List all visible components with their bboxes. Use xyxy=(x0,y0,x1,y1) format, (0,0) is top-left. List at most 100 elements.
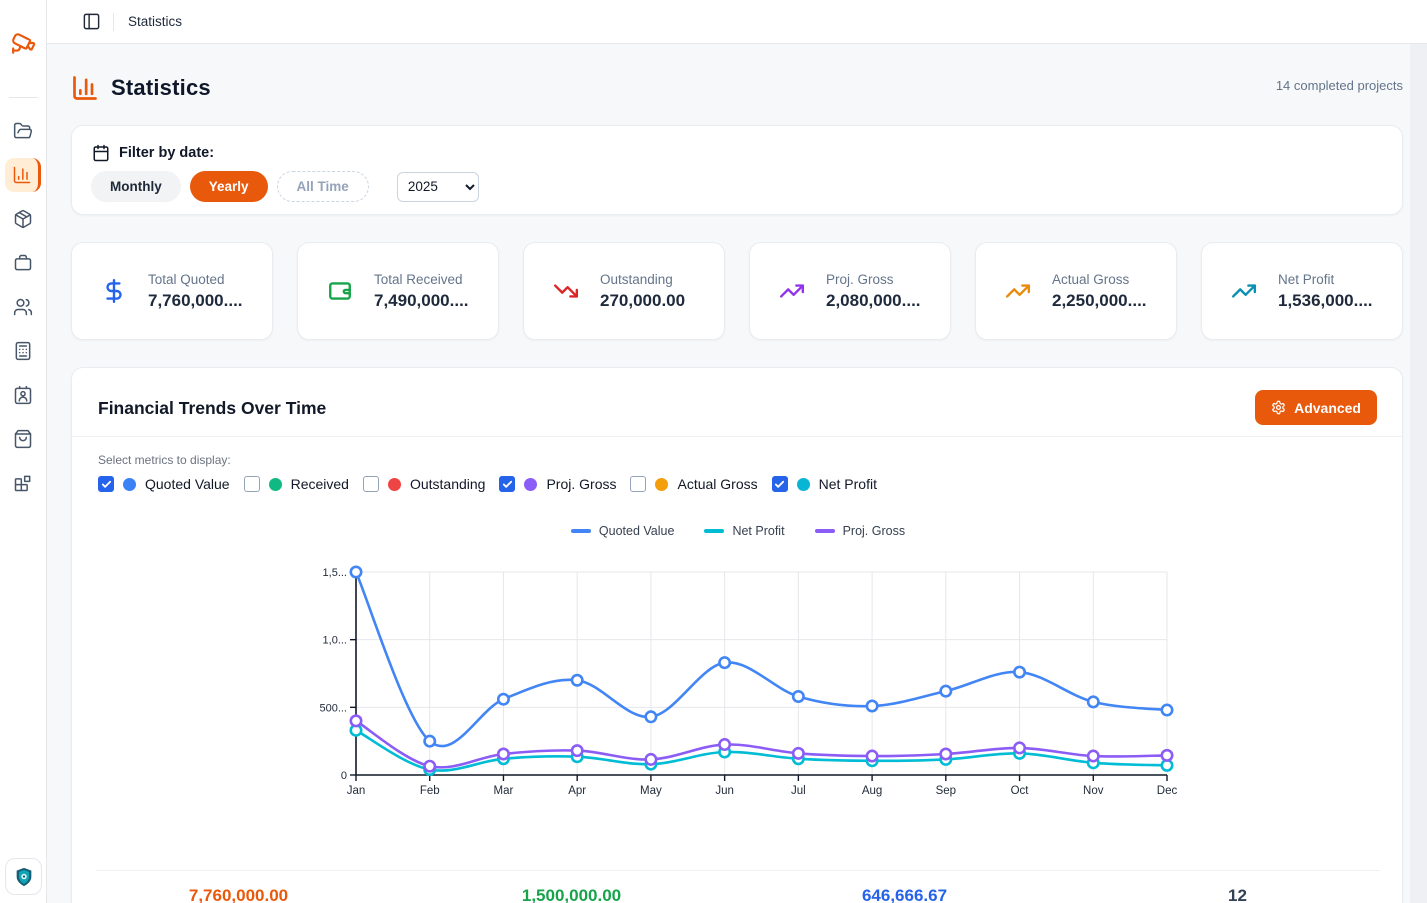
legend-item-proj-gross[interactable]: Proj. Gross xyxy=(815,524,906,538)
sidebar xyxy=(0,0,47,903)
stat-cards-row: Total Quoted7,760,000....Total Received7… xyxy=(71,242,1403,340)
trends-chart-svg: 0500...1,0...1,5...JanFebMarAprMayJunJul… xyxy=(72,560,1404,812)
metric-toggle-proj-gross[interactable]: Proj. Gross xyxy=(499,476,616,492)
filter-option-yearly[interactable]: Yearly xyxy=(190,171,268,202)
shield-logo-icon xyxy=(13,866,35,888)
metric-label: Outstanding xyxy=(410,476,486,492)
metric-color-dot xyxy=(655,478,668,491)
wallet-icon xyxy=(327,278,355,304)
stat-card-label: Proj. Gross xyxy=(826,272,921,287)
metric-toggle-quoted-value[interactable]: Quoted Value xyxy=(98,476,230,492)
filter-buttons: Monthly Yearly All Time 2025 xyxy=(91,171,479,202)
trending-up-icon xyxy=(779,278,807,304)
metric-color-dot xyxy=(524,478,537,491)
filter-option-monthly[interactable]: Monthly xyxy=(91,171,181,202)
metric-color-dot xyxy=(388,478,401,491)
svg-text:Aug: Aug xyxy=(862,785,882,797)
svg-text:0: 0 xyxy=(341,770,347,782)
metric-toggle-actual-gross[interactable]: Actual Gross xyxy=(630,476,757,492)
stat-card-value: 2,080,000.... xyxy=(826,291,921,311)
sidebar-item-statistics[interactable] xyxy=(5,158,41,192)
metric-toggle-received[interactable]: Received xyxy=(244,476,349,492)
svg-text:Sep: Sep xyxy=(936,785,956,797)
filter-option-all-time[interactable]: All Time xyxy=(277,171,369,202)
trending-down-icon xyxy=(553,278,581,304)
chart-legend: Quoted Value Net Profit Proj. Gross xyxy=(72,524,1404,538)
summary-row: 7,760,000.001,500,000.00646,666.6712 xyxy=(72,886,1404,903)
trends-divider xyxy=(72,436,1404,437)
stat-card-value: 7,490,000.... xyxy=(374,291,469,311)
sidebar-item-jobs[interactable] xyxy=(5,246,41,280)
year-select[interactable]: 2025 xyxy=(397,172,479,202)
sidebar-item-customers[interactable] xyxy=(5,290,41,324)
metric-label: Actual Gross xyxy=(677,476,757,492)
page-title: Statistics xyxy=(111,75,211,101)
sidebar-item-projects[interactable] xyxy=(5,114,41,148)
sidebar-nav xyxy=(5,114,42,500)
legend-item-net-profit[interactable]: Net Profit xyxy=(704,524,784,538)
stat-card-value: 270,000.00 xyxy=(600,291,685,311)
breadcrumb: Statistics xyxy=(128,14,182,29)
legend-label: Proj. Gross xyxy=(843,524,906,538)
completed-projects-note: 14 completed projects xyxy=(1276,78,1403,93)
stat-card-outstanding: Outstanding 270,000.00 xyxy=(523,242,725,340)
select-metrics-label: Select metrics to display: xyxy=(98,453,231,467)
svg-text:Dec: Dec xyxy=(1157,785,1178,797)
legend-swatch xyxy=(704,529,724,533)
sidebar-toggle-icon[interactable] xyxy=(79,10,103,34)
filter-label: Filter by date: xyxy=(119,145,214,161)
gear-icon xyxy=(1271,400,1286,415)
dollar-icon xyxy=(101,278,129,304)
stat-card-total-quoted: Total Quoted7,760,000.... xyxy=(71,242,273,340)
checkbox-icon[interactable] xyxy=(244,476,260,492)
stat-card-label: Total Quoted xyxy=(148,272,243,287)
metric-label: Net Profit xyxy=(819,476,877,492)
sidebar-item-estimates[interactable] xyxy=(5,334,41,368)
checkbox-icon[interactable] xyxy=(499,476,515,492)
legend-item-quoted-value[interactable]: Quoted Value xyxy=(571,524,675,538)
stat-card-label: Actual Gross xyxy=(1052,272,1147,287)
stat-card-label: Outstanding xyxy=(600,272,685,287)
svg-text:Nov: Nov xyxy=(1083,785,1104,797)
svg-text:Mar: Mar xyxy=(494,785,514,797)
shield-logo-button[interactable] xyxy=(5,858,42,895)
metric-label: Received xyxy=(291,476,349,492)
sidebar-item-orders[interactable] xyxy=(5,422,41,456)
stat-card-actual-gross: Actual Gross 2,250,000.... xyxy=(975,242,1177,340)
metric-toggle-outstanding[interactable]: Outstanding xyxy=(363,476,486,492)
advanced-button-label: Advanced xyxy=(1294,400,1361,416)
sidebar-item-integrations[interactable] xyxy=(5,466,41,500)
svg-text:Jan: Jan xyxy=(347,785,366,797)
svg-text:Jun: Jun xyxy=(715,785,734,797)
svg-text:500...: 500... xyxy=(319,702,347,714)
metric-color-dot xyxy=(123,478,136,491)
advanced-button[interactable]: Advanced xyxy=(1255,390,1377,425)
sidebar-divider xyxy=(9,97,38,98)
date-filter-card: Filter by date: Monthly Yearly All Time 202… xyxy=(71,125,1403,215)
checkbox-icon[interactable] xyxy=(98,476,114,492)
checkbox-icon[interactable] xyxy=(772,476,788,492)
summary-value: 7,760,000.00 xyxy=(72,886,405,903)
stat-card-label: Net Profit xyxy=(1278,272,1373,287)
app-logo[interactable] xyxy=(0,30,47,56)
legend-swatch xyxy=(571,529,591,533)
metric-label: Proj. Gross xyxy=(546,476,616,492)
stat-card-value: 2,250,000.... xyxy=(1052,291,1147,311)
statistics-page: Statistics Statistics 14 completed proje… xyxy=(0,0,1427,903)
metric-color-dot xyxy=(269,478,282,491)
sidebar-item-contacts[interactable] xyxy=(5,378,41,412)
summary-value: 12 xyxy=(1071,886,1404,903)
svg-text:Apr: Apr xyxy=(568,785,586,797)
trends-chart: 0500...1,0...1,5...JanFebMarAprMayJunJul… xyxy=(72,560,1404,812)
summary-value: 646,666.67 xyxy=(738,886,1071,903)
scrollbar-track[interactable] xyxy=(1410,44,1427,903)
page-head: Statistics 14 completed projects xyxy=(71,66,1403,110)
checkbox-icon[interactable] xyxy=(630,476,646,492)
checkbox-icon[interactable] xyxy=(363,476,379,492)
stat-card-value: 1,536,000.... xyxy=(1278,291,1373,311)
sidebar-item-packages[interactable] xyxy=(5,202,41,236)
metric-toggle-net-profit[interactable]: Net Profit xyxy=(772,476,877,492)
svg-text:Oct: Oct xyxy=(1011,785,1030,797)
calendar-icon xyxy=(92,144,110,162)
trending-up-icon xyxy=(1231,278,1259,304)
